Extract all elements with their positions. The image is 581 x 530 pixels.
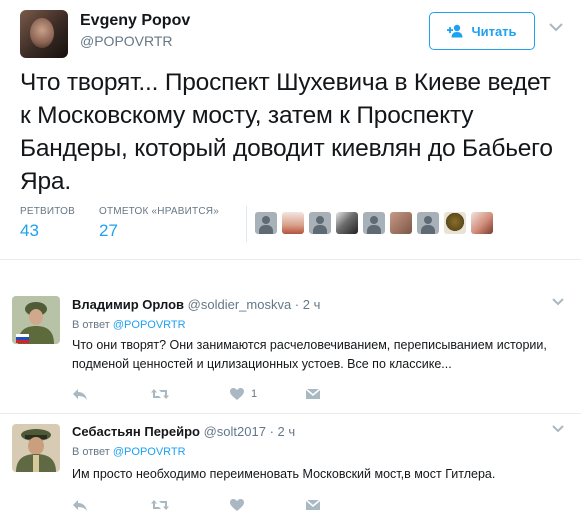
liker-avatar[interactable]: [282, 212, 304, 234]
dm-action[interactable]: [305, 498, 321, 512]
add-user-icon: [447, 24, 463, 38]
retweets-label[interactable]: РЕТВИТОВ: [20, 206, 75, 217]
divider: [0, 413, 581, 414]
liker-avatar[interactable]: [363, 212, 385, 234]
tweet-header: Evgeny Popov @POPOVRTR Читать: [20, 6, 581, 58]
chevron-down-icon[interactable]: [549, 22, 563, 32]
liker-avatar[interactable]: [255, 212, 277, 234]
likers-avatars: [255, 212, 493, 234]
reply-timestamp[interactable]: 2 ч: [303, 297, 321, 312]
liker-avatar[interactable]: [336, 212, 358, 234]
liker-avatar[interactable]: [471, 212, 493, 234]
stats-divider: [246, 206, 247, 242]
liker-avatar[interactable]: [417, 212, 439, 234]
retweet-icon: [151, 500, 169, 510]
divider: [0, 259, 581, 260]
reply-author[interactable]: Владимир Орлов @soldier_moskva · 2 ч: [72, 297, 320, 312]
heart-icon: [230, 388, 244, 400]
liker-avatar[interactable]: [444, 212, 466, 234]
author-name[interactable]: Evgeny Popov: [80, 12, 190, 30]
like-count: 1: [251, 388, 258, 400]
liker-avatar[interactable]: [309, 212, 331, 234]
dm-action[interactable]: [305, 387, 321, 401]
in-reply-handle[interactable]: @POPOVRTR: [113, 319, 186, 331]
reply-author-name[interactable]: Себастьян Перейро: [72, 424, 200, 439]
likes-label[interactable]: ОТМЕТОК «НРАВИТСЯ»: [99, 206, 219, 217]
retweets-count[interactable]: 43: [20, 221, 39, 241]
chevron-down-icon[interactable]: [552, 425, 564, 433]
like-action[interactable]: 1: [229, 387, 257, 401]
in-reply-to: В ответ @POPOVRTR: [72, 319, 186, 331]
envelope-icon: [305, 388, 321, 399]
officer-avatar-icon: [12, 424, 60, 472]
like-action[interactable]: [229, 498, 251, 512]
in-reply-to: В ответ @POPOVRTR: [72, 446, 186, 458]
retweet-action[interactable]: [150, 498, 170, 512]
reply-avatar[interactable]: [12, 424, 60, 472]
in-reply-prefix: В ответ: [72, 319, 110, 331]
in-reply-prefix: В ответ: [72, 446, 110, 458]
reply-action[interactable]: [72, 387, 88, 401]
author-handle[interactable]: @POPOVRTR: [80, 33, 173, 49]
liker-avatar[interactable]: [390, 212, 412, 234]
reply-icon: [73, 500, 87, 511]
author-avatar[interactable]: [20, 10, 68, 58]
reply-action[interactable]: [72, 498, 88, 512]
reply-avatar[interactable]: [12, 296, 60, 344]
envelope-icon: [305, 499, 321, 510]
chevron-down-icon[interactable]: [552, 298, 564, 306]
reply-author[interactable]: Себастьян Перейро @solt2017 · 2 ч: [72, 424, 295, 439]
reply-timestamp[interactable]: 2 ч: [278, 424, 296, 439]
retweet-action[interactable]: [150, 387, 170, 401]
reply-author-handle[interactable]: @solt2017: [204, 424, 266, 439]
follow-label: Читать: [471, 23, 517, 39]
in-reply-handle[interactable]: @POPOVRTR: [113, 446, 186, 458]
reply-icon: [73, 389, 87, 400]
retweet-icon: [151, 389, 169, 399]
follow-button[interactable]: Читать: [429, 12, 535, 50]
reply-author-handle[interactable]: @soldier_moskva: [188, 297, 292, 312]
reply-author-name[interactable]: Владимир Орлов: [72, 297, 184, 312]
reply-text: Что они творят? Они занимаются расчелове…: [72, 338, 547, 371]
heart-icon: [230, 499, 244, 511]
likes-count[interactable]: 27: [99, 221, 118, 241]
reply-text: Им просто необходимо переименовать Моско…: [72, 467, 496, 481]
tweet-text: Что творят... Проспект Шухевича в Киеве …: [20, 69, 553, 195]
soldier-avatar-icon: [12, 296, 60, 344]
